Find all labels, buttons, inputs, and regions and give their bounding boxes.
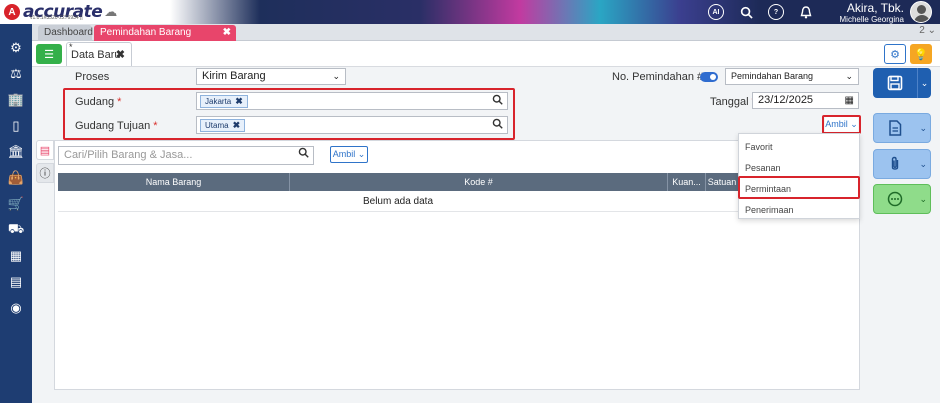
gudang-tag: Jakarta ✖	[200, 95, 248, 108]
proses-label: Proses	[75, 71, 110, 83]
save-button[interactable]: ⌄	[873, 68, 931, 98]
gudang-tujuan-input[interactable]: Utama ✖	[196, 116, 508, 134]
remove-tag-icon[interactable]: ✖	[235, 96, 243, 106]
items-table-header: Nama Barang Kode # Kuan... Satuan	[58, 173, 738, 191]
no-pemindahan-value: Pemindahan Barang	[731, 71, 814, 81]
remove-tag-icon[interactable]: ✖	[233, 120, 241, 130]
ambil-detail-button[interactable]: Ambil ⌄	[330, 146, 368, 163]
chevron-down-icon[interactable]: ⌄	[917, 68, 931, 98]
user-info[interactable]: Akira, Tbk. Michelle Georgina	[840, 1, 904, 24]
save-icon	[873, 75, 917, 91]
gudang-input[interactable]: Jakarta ✖	[196, 92, 508, 110]
search-icon[interactable]	[298, 147, 309, 164]
ambil-header-button[interactable]: Ambil ⌄	[825, 117, 858, 132]
report-icon[interactable]: ▤	[8, 274, 24, 290]
gudang-label: Gudang *	[75, 96, 122, 108]
chevron-down-icon[interactable]: ⌄	[916, 194, 930, 205]
scale-icon[interactable]: ⚖	[8, 66, 24, 82]
dolly-icon[interactable]: ⛟	[8, 221, 24, 238]
print-document-button[interactable]: ⌄	[873, 113, 931, 143]
doc-tab-label: Data Baru	[71, 49, 121, 61]
gear-button[interactable]: ⚙	[884, 44, 906, 64]
tab-pemindahan-barang[interactable]: Pemindahan Barang ✖	[94, 25, 236, 41]
column-header[interactable]: Kode #	[290, 173, 668, 191]
user-subtitle: Michelle Georgina	[839, 15, 904, 24]
no-pemindahan-select[interactable]: Pemindahan Barang ⌄	[725, 68, 859, 85]
bag-icon[interactable]: 👜	[8, 170, 24, 186]
tab-bar: Dashboard Pemindahan Barang ✖ 2 ⌄	[32, 24, 940, 41]
search-icon[interactable]	[738, 4, 754, 20]
logo-mark: A	[4, 4, 20, 20]
document-bar: ☰ * Data Baru ✖ ⚙ 💡	[32, 41, 940, 67]
column-header[interactable]: Kuan...	[668, 173, 706, 191]
user-name: Akira, Tbk.	[846, 1, 904, 15]
mobile-icon[interactable]: ▯	[8, 118, 24, 134]
gudang-tujuan-tag: Utama ✖	[200, 119, 246, 132]
cart-icon[interactable]: 🛒	[8, 196, 24, 212]
proses-value: Kirim Barang	[202, 70, 266, 82]
chevron-down-icon[interactable]: ⌄	[916, 123, 930, 134]
version-text: v1.0.1#3520-2276934 ||	[30, 15, 83, 21]
settings-icon[interactable]: ⚙	[8, 40, 24, 56]
column-header[interactable]: Satuan	[706, 173, 738, 191]
bell-icon[interactable]	[798, 4, 814, 20]
gauge-icon[interactable]: ◉	[8, 300, 24, 316]
column-header[interactable]: Nama Barang	[58, 173, 290, 191]
document-icon	[874, 120, 916, 136]
calendar-icon[interactable]: ▦	[845, 93, 854, 108]
attachment-button[interactable]: ⌄	[873, 149, 931, 179]
menu-item-penerimaan[interactable]: Penerimaan	[745, 205, 794, 215]
auto-number-toggle[interactable]	[700, 72, 718, 82]
chevron-down-icon: ⌄	[845, 71, 853, 81]
item-search-input[interactable]: Cari/Pilih Barang & Jasa...	[58, 146, 314, 165]
sidebar: ⚙ ⚖ 🏢 ▯ 🏛 👜 🛒 ⛟ ▦ ▤ ◉	[0, 24, 32, 403]
unsaved-marker: *	[69, 42, 73, 52]
ai-icon[interactable]: AI	[708, 4, 724, 20]
warehouse-icon[interactable]: ▦	[8, 248, 24, 264]
avatar[interactable]	[910, 1, 932, 23]
tanggal-input[interactable]: 23/12/2025 ▦	[752, 92, 859, 109]
bank-icon[interactable]: 🏛	[8, 144, 25, 160]
close-icon[interactable]: ✖	[116, 43, 125, 67]
top-bar: A accurate ☁ v1.0.1#3520-2276934 || AI ?…	[0, 0, 940, 24]
tab-count[interactable]: 2 ⌄	[919, 25, 936, 36]
chevron-down-icon[interactable]: ⌄	[916, 159, 930, 170]
tab-dashboard[interactable]: Dashboard	[38, 25, 93, 41]
menu-item-pesanan[interactable]: Pesanan	[745, 163, 781, 173]
lightbulb-button[interactable]: 💡	[910, 44, 932, 64]
building-icon[interactable]: 🏢	[8, 92, 24, 108]
tanggal-label: Tanggal*	[710, 96, 756, 108]
cloud-icon: ☁	[104, 4, 118, 19]
more-icon	[874, 191, 916, 207]
no-pemindahan-label: No. Pemindahan #*	[612, 71, 710, 83]
tanggal-value: 23/12/2025	[758, 94, 814, 106]
help-icon[interactable]: ?	[768, 4, 784, 20]
empty-table-message: Belum ada data	[58, 192, 738, 212]
doc-tab-data-baru[interactable]: * Data Baru ✖	[66, 42, 132, 66]
paperclip-icon	[874, 156, 916, 172]
menu-item-favorit[interactable]: Favorit	[745, 142, 773, 152]
proses-select[interactable]: Kirim Barang ⌄	[196, 68, 346, 85]
chevron-down-icon: ⌄	[332, 71, 340, 81]
permintaan-highlight	[738, 176, 860, 199]
tab-label: Pemindahan Barang	[100, 27, 192, 38]
gudang-tujuan-label: Gudang Tujuan *	[75, 120, 158, 132]
close-icon[interactable]: ✖	[223, 25, 231, 41]
list-button[interactable]: ☰	[36, 44, 62, 64]
search-icon[interactable]	[492, 118, 503, 132]
detail-tab-icon[interactable]: ▤	[36, 140, 54, 160]
search-icon[interactable]	[492, 94, 503, 108]
more-actions-button[interactable]: ⌄	[873, 184, 931, 214]
info-tab-icon[interactable]: ⓘ	[36, 163, 54, 183]
